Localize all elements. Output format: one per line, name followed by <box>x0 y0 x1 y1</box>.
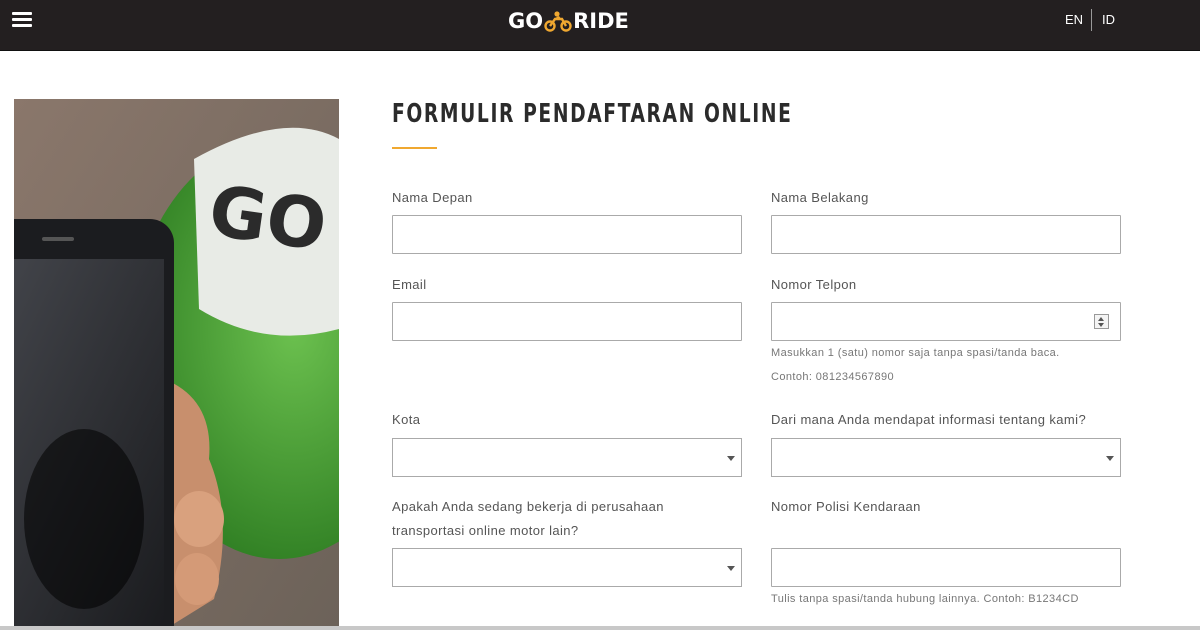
top-navbar: GO RIDE EN ID <box>0 0 1200 51</box>
email-field[interactable] <box>392 302 742 341</box>
other-company-label-line1: Apakah Anda sedang bekerja di perusahaan <box>392 499 664 514</box>
plate-label: Nomor Polisi Kendaraan <box>771 499 921 514</box>
motorbike-icon <box>544 11 572 32</box>
city-label: Kota <box>392 412 421 427</box>
logo-text-ride: RIDE <box>573 9 629 33</box>
language-en-link[interactable]: EN <box>1065 12 1083 27</box>
title-underline <box>392 147 437 149</box>
language-divider <box>1091 9 1092 31</box>
last-name-field[interactable] <box>771 215 1121 254</box>
hero-photo: GO <box>14 99 339 630</box>
email-label: Email <box>392 277 427 292</box>
phone-field[interactable] <box>771 302 1121 341</box>
menu-icon[interactable] <box>12 12 32 30</box>
logo-text-go: GO <box>508 9 544 33</box>
source-label: Dari mana Anda mendapat informasi tentan… <box>771 412 1087 427</box>
language-id-link[interactable]: ID <box>1102 12 1115 27</box>
other-company-select[interactable] <box>392 548 742 587</box>
other-company-label-line2: transportasi online motor lain? <box>392 523 579 538</box>
source-select[interactable] <box>771 438 1121 477</box>
plate-help-text: Tulis tanpa spasi/tanda hubung lainnya. … <box>771 593 1079 605</box>
spinner-up-icon[interactable] <box>1098 317 1104 321</box>
driver-phone-helmet-image: GO <box>14 99 339 630</box>
page-title: FORMULIR PENDAFTARAN ONLINE <box>392 99 793 129</box>
chevron-down-icon <box>1106 456 1114 461</box>
gojek-go-ride-logo[interactable]: GO RIDE <box>508 8 629 34</box>
city-select[interactable] <box>392 438 742 477</box>
chevron-down-icon <box>727 566 735 571</box>
phone-label: Nomor Telpon <box>771 277 857 292</box>
bottom-strip <box>0 626 1200 630</box>
first-name-label: Nama Depan <box>392 190 473 205</box>
spinner-down-icon[interactable] <box>1098 323 1104 327</box>
helmet-go-text: GO <box>204 170 331 267</box>
phone-example-text: Contoh: 081234567890 <box>771 371 894 383</box>
plate-number-field[interactable] <box>771 548 1121 587</box>
phone-help-text: Masukkan 1 (satu) nomor saja tanpa spasi… <box>771 347 1060 359</box>
chevron-down-icon <box>727 456 735 461</box>
last-name-label: Nama Belakang <box>771 190 869 205</box>
number-spinner[interactable] <box>1094 314 1109 329</box>
first-name-field[interactable] <box>392 215 742 254</box>
